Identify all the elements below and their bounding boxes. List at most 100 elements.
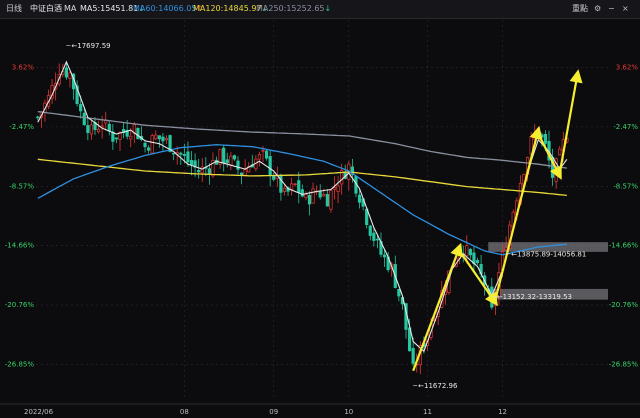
- candle-body: [279, 174, 283, 193]
- candle-body: [86, 125, 90, 133]
- candle-body: [207, 168, 211, 174]
- ma250-down-arrow-icon: ↓: [324, 4, 332, 13]
- y-tick-left-0: 3.62%: [12, 64, 35, 72]
- minus-icon[interactable]: −: [608, 0, 615, 18]
- candle-body: [293, 183, 297, 186]
- candle-body: [304, 193, 308, 198]
- candle-35: [161, 133, 165, 152]
- candle-34: [157, 135, 161, 148]
- candle-71: [290, 177, 294, 196]
- trend-arrow-4: [558, 69, 583, 174]
- candle-body: [136, 127, 140, 140]
- ma-indicator-label[interactable]: MA: [64, 0, 76, 18]
- candle-123: [475, 257, 480, 265]
- y-tick-right-5: -26.85%: [609, 360, 639, 368]
- candle-body: [325, 194, 329, 207]
- candle-50: [214, 156, 219, 165]
- candle-body: [36, 116, 40, 119]
- gear-icon[interactable]: ⚙: [594, 0, 601, 18]
- candle-64: [264, 150, 269, 161]
- candle-body: [558, 148, 562, 156]
- candle-46: [200, 158, 204, 182]
- candle-100: [393, 255, 397, 289]
- annotation-label-3: ←13152.32-13319.53: [497, 293, 572, 301]
- candle-body: [182, 154, 186, 156]
- candle-body: [147, 147, 151, 151]
- candle-146: [558, 145, 562, 156]
- candle-body: [372, 232, 376, 241]
- y-tick-right-3: -14.66%: [609, 242, 639, 250]
- y-tick-right-0: 3.62%: [616, 64, 639, 72]
- x-tick-1: 08: [180, 408, 189, 416]
- candle-55: [232, 154, 237, 161]
- candle-body: [154, 134, 158, 140]
- candle-15: [89, 119, 94, 140]
- candle-93: [368, 224, 372, 241]
- candle-81: [325, 189, 329, 207]
- y-axis-left: 3.62% -2.47% -8.57% -14.66% -20.76% -26.85%: [5, 64, 35, 369]
- annotation-label-2: ←13875.89-14056.81: [511, 250, 586, 258]
- candle-121: [468, 247, 472, 259]
- candle-body: [79, 104, 83, 112]
- candle-body: [129, 135, 133, 140]
- candle-body: [264, 150, 269, 159]
- candle-body: [282, 187, 287, 192]
- ma5-line: [37, 60, 568, 353]
- candle-30: [143, 139, 147, 153]
- y-tick-right-4: -20.76%: [609, 301, 639, 309]
- candle-62: [257, 151, 262, 167]
- candle-body: [300, 189, 304, 197]
- candle-body: [164, 138, 169, 141]
- candle-body: [375, 238, 380, 241]
- candle-body: [179, 152, 183, 155]
- candle-body: [268, 156, 272, 176]
- candle-83: [332, 176, 337, 200]
- candle-body: [150, 135, 154, 154]
- index-name: 中证白酒: [30, 4, 62, 13]
- candle-body: [64, 67, 68, 78]
- candle-51: [218, 148, 222, 169]
- candle-body: [543, 133, 548, 144]
- candle-body: [243, 169, 247, 176]
- candle-57: [239, 172, 244, 185]
- candle-73: [297, 171, 301, 204]
- reset-button[interactable]: 重點: [572, 0, 588, 18]
- candle-75: [304, 191, 308, 201]
- candle-body: [189, 159, 194, 165]
- candle-body: [143, 142, 147, 148]
- candle-body: [225, 159, 229, 164]
- y-tick-left-2: -8.57%: [9, 182, 34, 190]
- candle-54: [229, 152, 233, 171]
- candle-21: [111, 124, 115, 150]
- candle-body: [197, 170, 201, 173]
- candle-body: [161, 136, 165, 142]
- trend-arrow-2: [494, 125, 543, 300]
- candle-body: [475, 260, 480, 264]
- candlestick-chart[interactable]: 3.62% -2.47% -8.57% -14.66% -20.76% -26.85% 3…: [0, 18, 640, 418]
- candle-body: [322, 194, 326, 197]
- candle-body: [329, 190, 333, 210]
- candle-body: [382, 254, 387, 258]
- period-selector[interactable]: 日线: [6, 0, 22, 18]
- candle-6: [57, 63, 61, 87]
- candle-107: [418, 341, 422, 375]
- x-tick-5: 12: [498, 408, 507, 416]
- candle-body: [82, 112, 86, 126]
- candle-20: [107, 120, 111, 136]
- candle-77: [311, 182, 315, 204]
- y-tick-left-1: -2.47%: [9, 123, 34, 131]
- price-annotations: ←17697.59 ←11672.96 ←13875.89-14056.81 ←131…: [66, 42, 586, 390]
- candle-143: [547, 130, 551, 169]
- candle-68: [279, 173, 283, 201]
- close-icon[interactable]: ×: [622, 0, 629, 18]
- candle-16: [93, 117, 97, 135]
- candle-body: [89, 124, 94, 135]
- annotation-label-0: ←17697.59: [71, 42, 110, 50]
- candle-body: [357, 194, 362, 203]
- candle-body: [272, 175, 276, 180]
- candle-19: [104, 111, 108, 131]
- y-tick-right-2: -8.57%: [613, 182, 638, 190]
- candle-body: [261, 150, 265, 152]
- candle-14: [86, 117, 90, 141]
- y-tick-left-3: -14.66%: [5, 242, 35, 250]
